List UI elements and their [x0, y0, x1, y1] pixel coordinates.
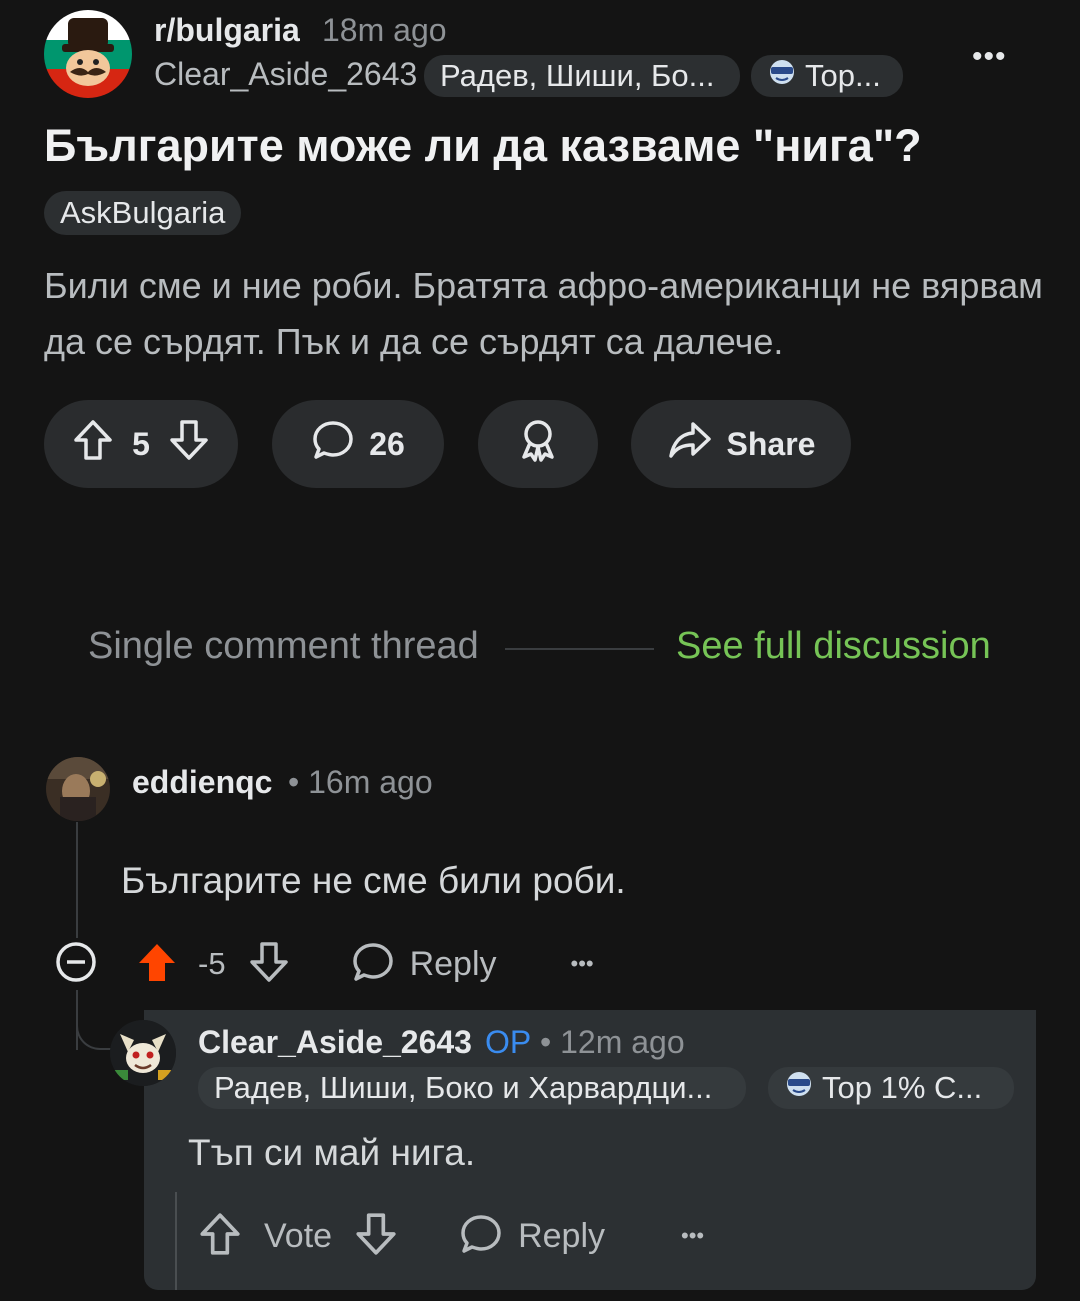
comments-button[interactable]: 26 [272, 400, 444, 488]
comment-body: Българите не сме били роби. [121, 860, 626, 901]
more-options-icon[interactable]: ••• [571, 951, 594, 977]
comment-score: -5 [198, 946, 226, 981]
comment-actions: Vote Reply ••• [198, 1208, 704, 1264]
user-flair: Радев, Шиши, Боко и Харвардци... [198, 1067, 746, 1109]
avatar[interactable] [46, 757, 110, 821]
see-full-discussion-link[interactable]: See full discussion [676, 625, 991, 668]
upvote-icon[interactable] [72, 418, 114, 470]
avatar[interactable] [110, 1020, 176, 1086]
sunglasses-icon [784, 1067, 814, 1109]
post-author[interactable]: Clear_Aside_2643 [154, 56, 417, 93]
divider [505, 648, 654, 650]
post-score: 5 [132, 425, 150, 462]
share-arrow-icon [667, 420, 713, 468]
comment-time: • 12m ago [540, 1024, 685, 1060]
flair-badge-label: Top 1% C... [822, 1070, 983, 1105]
downvote-icon[interactable] [168, 418, 210, 470]
more-options-icon[interactable]: ••• [972, 40, 1007, 74]
single-thread-label: Single comment thread [88, 625, 479, 667]
reply-label: Reply [518, 1216, 606, 1255]
user-flair-badge: Top... [751, 55, 903, 97]
thread-line [175, 1192, 177, 1290]
op-badge: OP [485, 1024, 532, 1060]
upvote-icon[interactable] [198, 1211, 242, 1262]
post-body: Били сме и ние роби. Братята афро-америк… [44, 265, 1043, 362]
award-icon [516, 417, 560, 471]
thread-line [76, 822, 78, 938]
comment-body: Тъп си май нига. [188, 1132, 476, 1173]
subreddit-avatar[interactable] [44, 10, 132, 98]
more-options-icon[interactable]: ••• [681, 1223, 704, 1249]
comment-author[interactable]: eddienqc [132, 764, 272, 801]
reply-label: Reply [409, 944, 497, 983]
comment-time: • 16m ago [288, 764, 433, 800]
comment-author[interactable]: Clear_Aside_2643 [198, 1024, 472, 1061]
comment-actions: -5 Reply ••• [54, 938, 594, 990]
user-flair: Радев, Шиши, Бо... [424, 55, 740, 97]
thread-connector [76, 1010, 114, 1050]
comment-bubble-icon [350, 940, 396, 989]
comment-bubble-icon [458, 1212, 504, 1261]
reply-button[interactable]: Reply [458, 1212, 605, 1261]
post-title: Българите може ли да казваме "нига"? [44, 120, 922, 171]
post-time: 18m ago [322, 12, 447, 48]
share-label: Share [726, 425, 816, 462]
collapse-icon[interactable] [54, 940, 98, 989]
vote-label: Vote [264, 1216, 333, 1255]
subreddit-name[interactable]: r/bulgaria [154, 12, 300, 49]
flair-badge-label: Top... [805, 58, 881, 93]
downvote-icon[interactable] [354, 1211, 398, 1262]
share-button[interactable]: Share [631, 400, 851, 488]
upvote-icon[interactable] [136, 940, 178, 989]
vote-pill: 5 [44, 400, 238, 488]
downvote-icon[interactable] [248, 940, 290, 989]
comment-count: 26 [369, 425, 405, 462]
user-flair-badge: Top 1% C... [768, 1067, 1014, 1109]
sunglasses-icon [767, 55, 797, 97]
post-flair-tag[interactable]: AskBulgaria [44, 191, 242, 235]
comment-bubble-icon [311, 418, 355, 470]
reply-button[interactable]: Reply [350, 940, 497, 989]
award-button[interactable] [478, 400, 598, 488]
